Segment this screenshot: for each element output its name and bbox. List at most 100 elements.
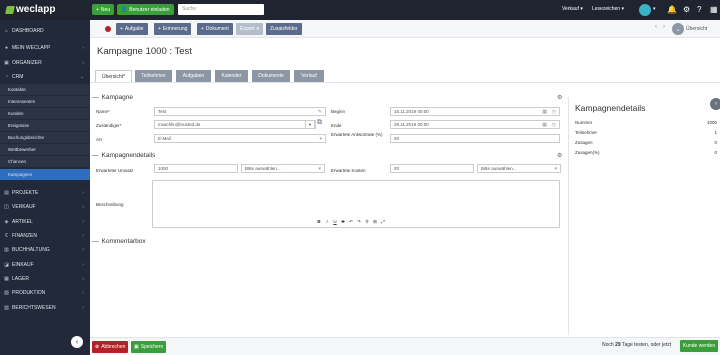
become-customer-button[interactable]: Kunde werden	[680, 340, 718, 352]
calendar-icon[interactable]: ▦	[542, 122, 547, 128]
new-button[interactable]: + Neu	[92, 4, 115, 15]
calendar-icon[interactable]: ▦	[542, 109, 547, 115]
basket-icon: ◪	[4, 261, 9, 268]
sales-menu[interactable]: Verkauf ▾	[562, 6, 583, 12]
tab-verlauf[interactable]: Verlauf	[294, 70, 324, 82]
status-dot-icon[interactable]	[105, 26, 111, 32]
search-input[interactable]: Suche	[178, 4, 264, 15]
sidebar-sub-buchungsberichte[interactable]: Buchungsberichte	[0, 132, 90, 143]
sidebar-sub-chancen[interactable]: Chancen	[0, 156, 90, 167]
panel-expand-icon[interactable]: ›	[710, 98, 720, 110]
sidebar-item-produktion[interactable]: ▧ PRODUKTION ›	[0, 287, 90, 298]
tab-dokumente[interactable]: Dokumente	[252, 70, 290, 82]
sidebar-item-projekte[interactable]: ▤ PROJEKTE ›	[0, 187, 90, 198]
tab-uebersicht[interactable]: Übersicht*	[95, 70, 132, 82]
table-icon[interactable]: ⊞	[372, 219, 378, 226]
sidebar-item-einkauf[interactable]: ◪ EINKAUF ›	[0, 259, 90, 270]
tag-icon: ◈	[4, 218, 9, 225]
sidebar-item-organizer[interactable]: ▣ ORGANIZER ›	[0, 57, 90, 68]
tab-aufgaben[interactable]: Aufgaben	[176, 70, 211, 82]
sidebar-item-mein-weclapp[interactable]: ● MEIN WECLAPP ›	[0, 42, 90, 53]
sidebar-sub-wettbewerber[interactable]: Wettbewerber	[0, 144, 90, 155]
invite-user-button[interactable]: 👤 Benutzer einladen	[117, 4, 174, 15]
type-value: E-Mail	[158, 136, 171, 141]
sidebar-sub-kontakte[interactable]: Kontakte	[0, 84, 90, 95]
sidebar-item-crm[interactable]: ◔ CRM ⌄	[0, 71, 90, 82]
start-date-field[interactable]: 15.11.2019 00:00 ▦ ◷	[390, 107, 560, 116]
type-select[interactable]: E-Mail ▾	[154, 134, 326, 143]
revenue-currency-select[interactable]: Bitte auswählen... ▾	[241, 164, 325, 173]
section-details-header[interactable]: — Kampagnendetails	[92, 152, 155, 159]
overview-toggle-icon[interactable]: ⌄	[672, 23, 684, 35]
end-date-field[interactable]: 29.11.2019 00:00 ▦ ◷	[390, 120, 560, 129]
costs-currency-select[interactable]: Bitte auswählen... ▾	[477, 164, 561, 173]
grid-icon[interactable]: ▦	[710, 5, 718, 15]
bookmarks-menu[interactable]: Lesezeichen ▾	[592, 6, 624, 12]
revenue-field[interactable]: 1000	[154, 164, 238, 173]
prev-arrow-icon[interactable]: ‹	[655, 24, 657, 30]
gear-icon[interactable]: ⚙	[683, 5, 690, 15]
tab-kalender[interactable]: Kalender	[215, 70, 248, 82]
sidebar-item-label: DASHBOARD	[12, 27, 44, 34]
section-kampagne-header[interactable]: — Kampagne	[92, 94, 133, 101]
extra-fields-button[interactable]: Zusatzfelder	[266, 23, 302, 35]
owner-label: Zuständiger*	[96, 123, 122, 128]
type-label: Art	[96, 137, 102, 142]
undo-icon[interactable]: ↶	[348, 219, 354, 226]
clock-icon[interactable]: ◷	[552, 122, 556, 128]
weclapp-logo[interactable]: weclapp	[5, 4, 55, 15]
costs-field[interactable]: 20	[390, 164, 474, 173]
sidebar-item-buchhaltung[interactable]: ▥ BUCHHALTUNG ›	[0, 244, 90, 255]
italic-icon[interactable]: I	[324, 219, 330, 226]
name-field[interactable]: Test ✎	[154, 107, 326, 116]
next-arrow-icon[interactable]: ›	[663, 24, 665, 30]
tab-teilnehmer[interactable]: Teilnehmer	[135, 70, 172, 82]
sidebar-item-label: BERICHTSWESEN	[12, 304, 56, 311]
sidebar-item-artikel[interactable]: ◈ ARTIKEL ›	[0, 216, 90, 227]
section-settings-gear-icon[interactable]: ⚙	[557, 94, 562, 101]
revenue-label: Erwarteter Umsatz	[96, 168, 134, 173]
bell-icon[interactable]: 🔔	[667, 5, 677, 15]
section-settings-gear-icon[interactable]: ⚙	[557, 152, 562, 159]
detail-label: Zusagen	[575, 140, 593, 145]
add-reminder-button[interactable]: + Erinnerung	[154, 23, 192, 35]
section-comments-header[interactable]: — Kommentarbox	[92, 238, 146, 245]
link-icon[interactable]: ⚲	[364, 219, 370, 226]
sidebar-item-berichtswesen[interactable]: ▨ BERICHTSWESEN ›	[0, 302, 90, 313]
response-rate-value: 20	[394, 136, 400, 141]
overview-link[interactable]: Übersicht	[686, 26, 707, 32]
sidebar-sub-kampagnen[interactable]: Kampagnen	[0, 169, 90, 180]
clock-icon[interactable]: ◷	[552, 109, 556, 115]
bold-icon[interactable]: B	[316, 219, 322, 226]
detail-value: 1000	[706, 120, 717, 125]
end-label: Ende	[331, 123, 342, 128]
sidebar-item-lager[interactable]: ▦ LAGER ›	[0, 273, 90, 284]
revenue-value: 1000	[158, 166, 169, 171]
owner-dropdown-toggle[interactable]: ▾	[305, 120, 315, 129]
cancel-button[interactable]: ⊗ Abbrechen	[92, 341, 129, 353]
strikethrough-icon[interactable]: S	[340, 219, 346, 226]
chevron-right-icon: ›	[82, 289, 84, 296]
avatar[interactable]	[639, 4, 651, 16]
sidebar-sub-kunden[interactable]: Kunden	[0, 108, 90, 119]
question-icon[interactable]: ?	[697, 5, 701, 15]
detail-label: Teilnehmer	[575, 130, 598, 135]
add-document-button[interactable]: + Dokument	[197, 23, 233, 35]
sidebar-item-dashboard[interactable]: ⌂ DASHBOARD	[0, 25, 90, 36]
sidebar-sub-interessenten[interactable]: Interessenten	[0, 96, 90, 107]
owner-field[interactable]: mvachlin@trusted.de ✎	[154, 120, 316, 129]
sidebar-item-label: FINANZEN	[12, 232, 37, 239]
open-record-icon[interactable]: ⧉	[317, 119, 322, 126]
sidebar-item-finanzen[interactable]: € FINANZEN ›	[0, 230, 90, 241]
sidebar-collapse-button[interactable]: ‹	[71, 336, 83, 348]
save-button[interactable]: ▣ Speichern	[131, 341, 167, 353]
sidebar-sub-ereignisse[interactable]: Ereignisse	[0, 120, 90, 131]
underline-icon[interactable]: U	[332, 219, 338, 226]
redo-icon[interactable]: ↷	[356, 219, 362, 226]
add-task-button[interactable]: + Aufgabe	[116, 23, 148, 35]
response-rate-field[interactable]: 20	[390, 134, 560, 143]
export-button[interactable]: Export ▾	[236, 23, 263, 35]
fullscreen-icon[interactable]: ⤢	[380, 219, 386, 226]
sidebar-item-verkauf[interactable]: ◫ VERKAUF ›	[0, 201, 90, 212]
avatar-dropdown-icon[interactable]: ▾	[653, 6, 656, 12]
